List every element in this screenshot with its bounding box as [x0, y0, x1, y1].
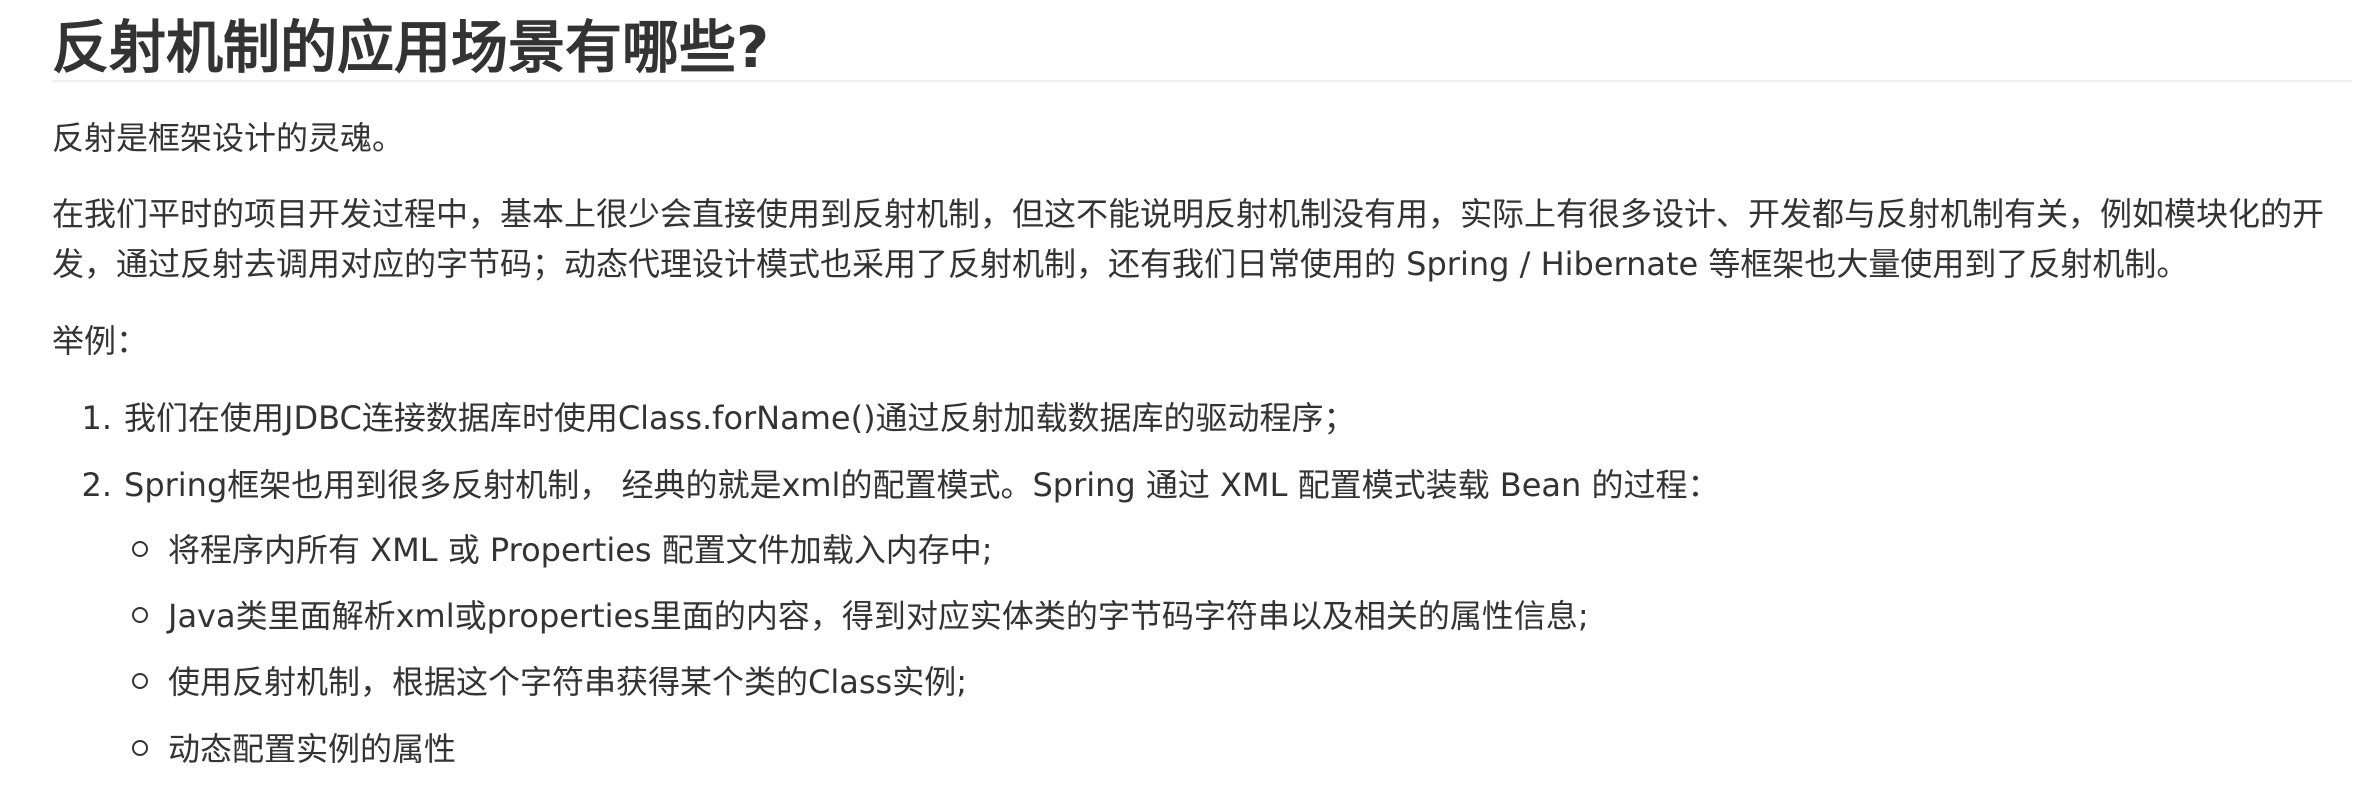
ordered-list-item: 1. 我们在使用JDBC连接数据库时使用Class.forName()通过反射加载…: [52, 393, 1356, 443]
bullet-circle-icon: [132, 541, 148, 557]
bullet-list-item: Java类里面解析xml或properties里面的内容，得到对应实体类的字节码…: [132, 591, 1589, 641]
bullet-list-item: 将程序内所有 XML 或 Properties 配置文件加载入内存中;: [132, 525, 993, 575]
list-item-text: 我们在使用JDBC连接数据库时使用Class.forName()通过反射加载数据…: [124, 399, 1356, 437]
bullet-list-item: 使用反射机制，根据这个字符串获得某个类的Class实例;: [132, 657, 967, 707]
list-item-text: Spring框架也用到很多反射机制， 经典的就是xml的配置模式。Spring …: [124, 466, 1720, 504]
bullet-list-item: 动态配置实例的属性: [132, 724, 456, 774]
heading-divider: [52, 80, 2352, 82]
bullet-circle-icon: [132, 673, 148, 689]
list-item-text: 将程序内所有 XML 或 Properties 配置文件加载入内存中;: [168, 531, 993, 569]
list-item-text: 动态配置实例的属性: [168, 730, 457, 768]
list-number: 1.: [81, 399, 112, 437]
description-paragraph: 在我们平时的项目开发过程中，基本上很少会直接使用到反射机制，但这不能说明反射机制…: [52, 195, 2325, 283]
list-item-text: 使用反射机制，根据这个字符串获得某个类的Class实例;: [168, 663, 967, 701]
intro-paragraph: 反射是框架设计的灵魂。: [52, 119, 405, 157]
list-item-text: Java类里面解析xml或properties里面的内容，得到对应实体类的字节码…: [168, 597, 1589, 635]
article: 反射机制的应用场景有哪些? 反射是框架设计的灵魂。 在我们平时的项目开发过程中，…: [0, 0, 2374, 788]
bullet-circle-icon: [132, 740, 148, 756]
example-label: 举例：: [52, 322, 149, 360]
ordered-list-item: 2. Spring框架也用到很多反射机制， 经典的就是xml的配置模式。Sprin…: [52, 460, 1719, 510]
page-title: 反射机制的应用场景有哪些?: [52, 15, 770, 81]
bullet-circle-icon: [132, 607, 148, 623]
list-number: 2.: [81, 466, 112, 504]
